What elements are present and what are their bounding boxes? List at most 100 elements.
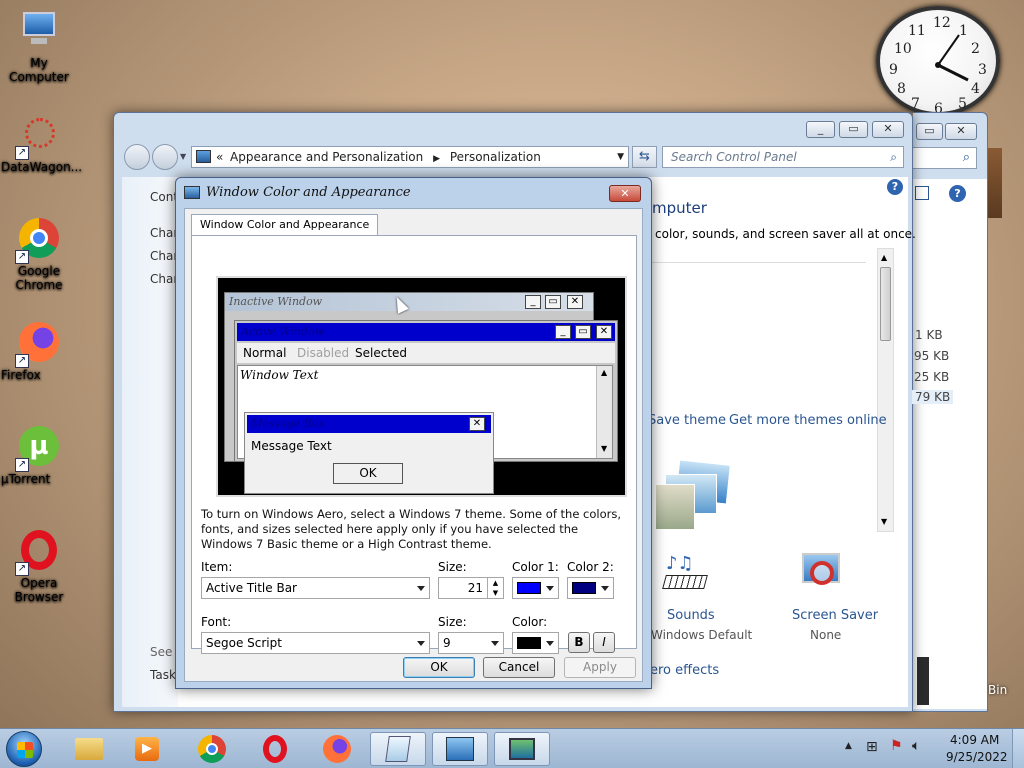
- desktop-icon-firefox[interactable]: ↗ Firefox: [1, 322, 77, 382]
- preview-ok-button: OK: [333, 463, 403, 484]
- screen-saver-icon[interactable]: [800, 553, 844, 595]
- network-icon[interactable]: ⊞: [866, 739, 878, 755]
- color1-picker[interactable]: [512, 577, 559, 599]
- scrollbar[interactable]: ▲ ▼: [877, 248, 894, 532]
- taskbar-personalization[interactable]: [494, 732, 550, 766]
- taskbar-firefox[interactable]: [309, 732, 365, 766]
- close-button[interactable]: ✕: [872, 121, 904, 138]
- tab-panel: Inactive Window _ ▭ ✕ Active Window _ ▭ …: [191, 235, 637, 654]
- italic-button[interactable]: I: [593, 632, 615, 653]
- apply-button[interactable]: Apply: [564, 657, 636, 678]
- get-more-themes-link[interactable]: Get more themes online: [729, 413, 887, 428]
- control-panel-icon: [446, 737, 474, 761]
- desktop-icon-opera[interactable]: ↗ Opera Browser: [1, 530, 77, 604]
- dialog-body: Window Color and Appearance Inactive Win…: [184, 208, 643, 682]
- scroll-up-arrow[interactable]: ▲: [881, 253, 887, 262]
- taskbar-media-player[interactable]: ▶: [119, 732, 175, 766]
- opera-icon: [263, 735, 287, 763]
- font-color-swatch: [517, 637, 541, 649]
- font-color-picker[interactable]: [512, 632, 559, 654]
- page-heading: mputer: [652, 199, 707, 217]
- breadcrumb-appearance[interactable]: Appearance and Personalization: [230, 150, 423, 164]
- desktop-background-thumbnail[interactable]: [655, 459, 741, 532]
- preview-close-icon: ✕: [567, 295, 583, 309]
- size-stepper[interactable]: 21 ▲ ▼: [438, 577, 504, 599]
- desktop-icon-google-chrome[interactable]: ↗ Google Chrome: [1, 218, 77, 292]
- computer-icon: [17, 10, 61, 54]
- font-size-select[interactable]: 9: [438, 632, 504, 654]
- bold-button[interactable]: B: [568, 632, 590, 653]
- media-player-icon: ▶: [135, 737, 159, 761]
- scroll-down-arrow[interactable]: ▼: [881, 517, 887, 526]
- sounds-link[interactable]: Sounds: [667, 608, 715, 623]
- taskbar-control-panel[interactable]: [432, 732, 488, 766]
- sounds-value: Windows Default: [651, 628, 753, 642]
- chevron-down-icon: [546, 586, 554, 591]
- maximize-button[interactable]: ▭: [839, 121, 868, 138]
- font-select[interactable]: Segoe Script: [201, 632, 430, 654]
- taskbar-explorer[interactable]: [61, 732, 117, 766]
- taskbar-chrome[interactable]: [184, 732, 240, 766]
- taskbar: ▶ ▲ ⊞ ⚑ 🔈︎ 4:09 AM 9/25/2022: [0, 728, 1024, 768]
- desktop-icon-utorrent[interactable]: µ ↗ µTorrent: [1, 426, 77, 486]
- start-button[interactable]: [6, 731, 42, 767]
- left-link[interactable]: Cont: [150, 190, 178, 204]
- breadcrumb-personalization[interactable]: Personalization: [450, 150, 541, 164]
- dialog-close-button[interactable]: ✕: [609, 185, 641, 202]
- clock-gadget[interactable]: 12 1 2 3 4 5 6 7 8 9 10 11: [876, 6, 1000, 117]
- help-icon[interactable]: ?: [887, 179, 903, 195]
- preview-close-icon: ✕: [596, 325, 612, 339]
- notepad-icon: [385, 736, 411, 762]
- item-select[interactable]: Active Title Bar: [201, 577, 430, 599]
- chevron-down-icon[interactable]: ▼: [180, 152, 186, 161]
- minimize-button[interactable]: _: [806, 121, 835, 138]
- file-size: 25 KB: [914, 370, 950, 384]
- search-input[interactable]: Search Control Panel ⌕: [662, 146, 904, 168]
- color2-label: Color 2:: [567, 560, 614, 574]
- spinner-up-icon[interactable]: ▲: [487, 578, 503, 588]
- tab-window-color[interactable]: Window Color and Appearance: [191, 214, 379, 236]
- search-icon[interactable]: ⌕: [890, 147, 897, 167]
- appearance-preview[interactable]: Inactive Window _ ▭ ✕ Active Window _ ▭ …: [216, 276, 627, 497]
- refresh-button[interactable]: ⇆: [632, 146, 657, 168]
- show-hidden-icons[interactable]: ▲: [845, 741, 852, 751]
- cancel-button[interactable]: Cancel: [483, 657, 555, 678]
- search-icon[interactable]: ⌕: [909, 147, 977, 169]
- sounds-icon[interactable]: ♪♫: [660, 553, 710, 595]
- preview-message-title: Message Box: [247, 415, 491, 433]
- minimize-button[interactable]: ▭: [916, 123, 943, 140]
- spinner-down-icon[interactable]: ▼: [487, 588, 503, 598]
- ok-button[interactable]: OK: [403, 657, 475, 678]
- recycle-bin-label[interactable]: Bin: [988, 683, 1007, 697]
- file-size: 79 KB: [912, 390, 954, 404]
- chevron-down-icon[interactable]: ▼: [617, 147, 624, 167]
- scroll-thumb[interactable]: [880, 267, 891, 341]
- taskbar-opera[interactable]: [247, 732, 303, 766]
- save-theme-link[interactable]: Save theme: [648, 413, 726, 428]
- view-icon[interactable]: [915, 186, 929, 200]
- back-button[interactable]: [124, 144, 150, 170]
- desktop-icon-datawagon[interactable]: ↗ DataWagon...: [1, 114, 82, 174]
- show-desktop-button[interactable]: [1012, 729, 1024, 768]
- volume-icon[interactable]: 🔈︎: [912, 738, 920, 754]
- desktop-icon-label: Opera Browser: [14, 576, 64, 604]
- taskbar-date[interactable]: 9/25/2022: [946, 750, 1008, 764]
- preview-maximize-icon: ▭: [545, 295, 561, 309]
- preview-menu-normal: Normal: [243, 346, 287, 360]
- page-description: color, sounds, and screen saver all at o…: [655, 227, 916, 241]
- aero-effects-link[interactable]: ero effects: [650, 663, 719, 678]
- screen-saver-link[interactable]: Screen Saver: [792, 608, 878, 623]
- forward-button[interactable]: [152, 144, 178, 170]
- left-link[interactable]: Task: [150, 668, 176, 682]
- help-icon[interactable]: ?: [949, 185, 966, 202]
- preview-scrollbar: ▲ ▼: [596, 366, 612, 458]
- close-button[interactable]: ✕: [945, 123, 977, 140]
- address-bar[interactable]: « Appearance and Personalization ▶ Perso…: [191, 146, 629, 168]
- taskbar-notepad[interactable]: [370, 732, 426, 766]
- action-center-icon[interactable]: ⚑: [890, 738, 903, 754]
- opera-icon: ↗: [15, 530, 61, 576]
- color1-swatch: [517, 582, 541, 594]
- taskbar-time[interactable]: 4:09 AM: [950, 733, 999, 747]
- desktop-icon-my-computer[interactable]: My Computer: [1, 10, 77, 84]
- color2-picker[interactable]: [567, 577, 614, 599]
